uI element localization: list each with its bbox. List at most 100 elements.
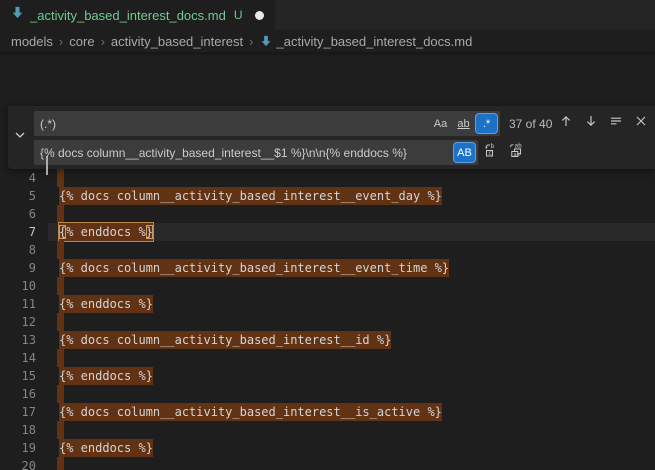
line-text: {% enddocs %} xyxy=(59,367,153,385)
line-number: 15 xyxy=(0,367,36,385)
line-number: 11 xyxy=(0,295,36,313)
breadcrumb-item-core[interactable]: core xyxy=(69,34,94,49)
line-text: {% enddocs %} xyxy=(59,295,153,313)
editor-line-4[interactable]: 4 xyxy=(0,169,655,187)
line-number: 20 xyxy=(0,457,36,470)
preserve-case-toggle[interactable]: AB xyxy=(454,143,475,162)
whole-word-toggle[interactable]: ab xyxy=(453,114,474,133)
find-match: {% docs column__activity_based_interest_… xyxy=(59,187,442,205)
breadcrumb-item-activity-based-interest[interactable]: activity_based_interest xyxy=(111,34,243,49)
arrow-up-icon xyxy=(559,114,573,133)
find-match-empty-line xyxy=(57,349,64,367)
ibeam-text-cursor xyxy=(46,156,48,175)
find-query-text: (.*) xyxy=(40,117,428,131)
breadcrumb-item-file[interactable]: _activity_based_interest_docs.md xyxy=(277,34,473,49)
line-number: 9 xyxy=(0,259,36,277)
toggle-replace-button[interactable] xyxy=(8,106,32,169)
line-text: {% docs column__activity_based_interest_… xyxy=(59,331,391,349)
replace-all-icon: ab ac xyxy=(509,142,525,163)
arrow-down-icon xyxy=(584,114,598,133)
line-number: 8 xyxy=(0,241,36,259)
line-text xyxy=(59,169,64,187)
code-editor[interactable]: 1{% docs column__activity_based_interest… xyxy=(0,52,655,470)
editor-line-5[interactable]: 5 {% docs column__activity_based_interest… xyxy=(0,187,655,205)
line-number: 17 xyxy=(0,403,36,421)
modified-dot-icon[interactable] xyxy=(255,11,264,20)
svg-text:ab: ab xyxy=(515,143,523,150)
editor-line-11[interactable]: 11 {% enddocs %} xyxy=(0,295,655,313)
editor-line-6[interactable]: 6 xyxy=(0,205,655,223)
replace-all-button[interactable]: ab ac xyxy=(506,142,528,164)
line-number: 12 xyxy=(0,313,36,331)
tab-filename: _activity_based_interest_docs.md xyxy=(30,8,226,23)
editor-line-16[interactable]: 16 xyxy=(0,385,655,403)
next-match-button[interactable] xyxy=(580,113,602,135)
editor-line-13[interactable]: 13 {% docs column__activity_based_interes… xyxy=(0,331,655,349)
replace-icon: b c xyxy=(484,142,500,163)
line-text xyxy=(59,421,64,439)
line-text xyxy=(59,457,64,470)
editor-line-18[interactable]: 18 xyxy=(0,421,655,439)
close-icon xyxy=(634,114,648,133)
find-match-empty-line xyxy=(57,313,64,331)
line-text: {% enddocs %} xyxy=(59,439,153,457)
svg-text:ac: ac xyxy=(513,152,520,158)
tab-bar: _activity_based_interest_docs.md U xyxy=(0,0,655,30)
regex-toggle[interactable]: .* xyxy=(476,114,497,133)
line-number: 13 xyxy=(0,331,36,349)
match-text: % enddocs % xyxy=(66,225,145,239)
match-case-toggle[interactable]: Aa xyxy=(430,114,451,133)
find-in-selection-button[interactable] xyxy=(605,113,627,135)
editor-line-20[interactable]: 20 xyxy=(0,457,655,470)
line-text xyxy=(59,277,64,295)
match-count: 37 of 40 xyxy=(509,117,552,131)
editor-line-15[interactable]: 15 {% enddocs %} xyxy=(0,367,655,385)
line-number: 7 xyxy=(0,223,36,241)
find-match: {% docs column__activity_based_interest_… xyxy=(59,259,449,277)
markdown-file-icon xyxy=(11,6,24,24)
bracket-match: } xyxy=(146,225,153,239)
editor-line-12[interactable]: 12 xyxy=(0,313,655,331)
chevron-down-icon xyxy=(13,128,27,147)
find-match-empty-line xyxy=(57,421,64,439)
find-match-empty-line xyxy=(57,241,64,259)
chevron-right-icon: › xyxy=(100,34,106,49)
editor-line-8[interactable]: 8 xyxy=(0,241,655,259)
git-status-badge: U xyxy=(234,8,243,22)
find-match: {% docs column__activity_based_interest_… xyxy=(59,331,391,349)
find-replace-widget: (.*) Aa ab .* 37 of 40 xyxy=(8,106,655,169)
editor-line-9[interactable]: 9 {% docs column__activity_based_interest… xyxy=(0,259,655,277)
line-text: {% docs column__activity_based_interest_… xyxy=(59,259,449,277)
find-match-empty-line xyxy=(57,457,64,470)
current-find-match: {% enddocs %} xyxy=(59,223,153,241)
find-match: {% enddocs %} xyxy=(59,439,153,457)
chevron-right-icon: › xyxy=(248,34,254,49)
editor-line-7[interactable]: 7 {% enddocs %} xyxy=(0,223,655,241)
tab-activity-based-interest-docs[interactable]: _activity_based_interest_docs.md U xyxy=(0,0,275,30)
replace-input[interactable]: {% docs column__activity_based_interest_… xyxy=(34,140,478,165)
find-match: {% docs column__activity_based_interest_… xyxy=(59,403,442,421)
line-number: 16 xyxy=(0,385,36,403)
replace-button[interactable]: b c xyxy=(481,142,503,164)
breadcrumb-item-models[interactable]: models xyxy=(11,34,53,49)
line-text: {% docs column__activity_based_interest_… xyxy=(59,403,442,421)
markdown-file-icon xyxy=(260,35,272,47)
line-number: 6 xyxy=(0,205,36,223)
find-match-empty-line xyxy=(57,385,64,403)
line-text xyxy=(59,241,64,259)
replace-value-text: {% docs column__activity_based_interest_… xyxy=(40,146,452,160)
line-number: 4 xyxy=(0,169,36,187)
editor-line-17[interactable]: 17 {% docs column__activity_based_interes… xyxy=(0,403,655,421)
previous-match-button[interactable] xyxy=(555,113,577,135)
line-text xyxy=(59,313,64,331)
close-find-widget-button[interactable] xyxy=(630,113,652,135)
find-input[interactable]: (.*) Aa ab .* xyxy=(34,111,500,136)
svg-text:c: c xyxy=(488,150,492,157)
line-number: 5 xyxy=(0,187,36,205)
replace-row: {% docs column__activity_based_interest_… xyxy=(34,140,652,165)
editor-line-14[interactable]: 14 xyxy=(0,349,655,367)
editor-line-19[interactable]: 19{% enddocs %} xyxy=(0,439,655,457)
breadcrumb: models › core › activity_based_interest … xyxy=(0,30,655,52)
editor-line-10[interactable]: 10 xyxy=(0,277,655,295)
find-row: (.*) Aa ab .* 37 of 40 xyxy=(34,111,652,136)
